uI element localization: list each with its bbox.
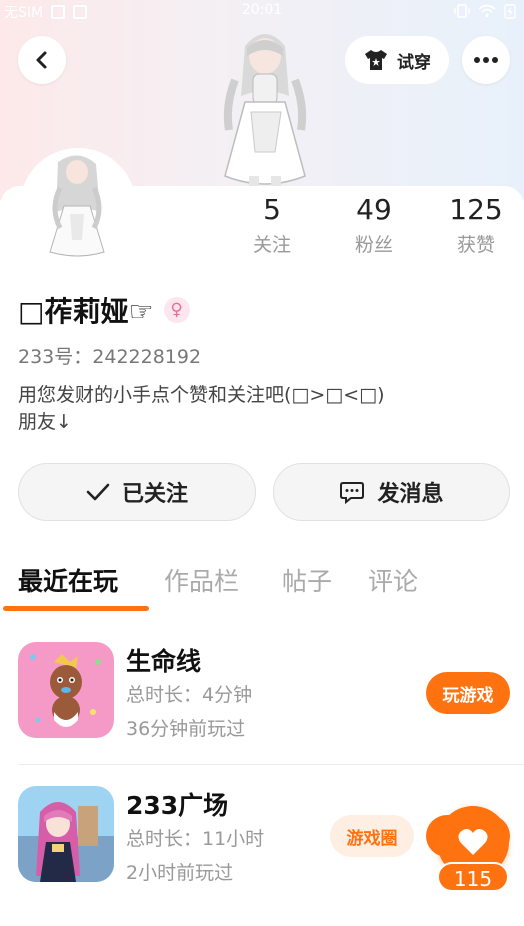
hero-avatar-figure bbox=[223, 34, 307, 196]
active-tab-indicator bbox=[3, 606, 149, 611]
user-name: □莋莉娅☞ bbox=[18, 295, 154, 328]
name-row: □莋莉娅☞ ♀ bbox=[18, 290, 190, 330]
avatar-figure bbox=[20, 148, 136, 264]
back-button[interactable] bbox=[18, 36, 66, 84]
stat-likes[interactable]: 125 获赞 bbox=[436, 192, 516, 257]
likes-count: 125 bbox=[449, 193, 503, 226]
game-name: 生命线 bbox=[126, 647, 202, 676]
gender-symbol: ♀ bbox=[170, 300, 183, 320]
following-count: 5 bbox=[263, 193, 281, 226]
likes-label: 获赞 bbox=[456, 234, 495, 256]
stat-followers[interactable]: 49 粉丝 bbox=[334, 192, 414, 257]
tab-posts[interactable]: 帖子 bbox=[282, 562, 332, 598]
status-time: 20:01 bbox=[241, 2, 283, 18]
vibrate-icon bbox=[454, 4, 470, 18]
followed-label: 已关注 bbox=[121, 482, 188, 507]
send-message-button[interactable]: 发消息 bbox=[273, 463, 510, 521]
game-duration: 总时长：11小时 bbox=[126, 828, 265, 850]
try-on-button[interactable]: 试穿 bbox=[345, 36, 449, 84]
list-divider bbox=[18, 764, 524, 765]
more-button[interactable] bbox=[462, 36, 510, 84]
followed-button[interactable]: 已关注 bbox=[18, 463, 256, 521]
anime-girl-character-icon bbox=[18, 786, 114, 882]
like-count: 115 bbox=[437, 862, 509, 892]
stat-following[interactable]: 5 关注 bbox=[232, 192, 312, 257]
try-on-label: 试穿 bbox=[397, 52, 431, 73]
followers-label: 粉丝 bbox=[354, 234, 393, 256]
avatar[interactable] bbox=[20, 148, 136, 264]
tab-works[interactable]: 作品栏 bbox=[164, 562, 239, 598]
tshirt-icon bbox=[365, 50, 387, 70]
game-last-played: 36分钟前玩过 bbox=[126, 718, 246, 740]
game-last-played: 2小时前玩过 bbox=[126, 862, 234, 884]
female-gender-icon: ♀ bbox=[163, 297, 190, 323]
game-name: 233广场 bbox=[126, 791, 229, 820]
checkmark-icon bbox=[86, 483, 110, 501]
send-message-label: 发消息 bbox=[377, 482, 444, 507]
status-bar: 无SIM 20:01 bbox=[0, 0, 524, 24]
chevron-left-icon bbox=[36, 51, 47, 69]
wifi-icon bbox=[478, 4, 496, 18]
play-game-button[interactable]: 玩游戏 bbox=[426, 672, 510, 714]
game-icon bbox=[18, 786, 114, 882]
followers-count: 49 bbox=[356, 193, 392, 226]
game-icon bbox=[18, 642, 114, 738]
user-id: 233号：242228192 bbox=[18, 346, 202, 368]
game-circle-button[interactable]: 游戏圈 bbox=[330, 815, 414, 857]
user-bio: 用您发财的小手点个赞和关注吧(□>□<□) 朋友↓ bbox=[18, 384, 385, 433]
tab-recent-played[interactable]: 最近在玩 bbox=[18, 562, 118, 598]
heart-icon bbox=[458, 829, 488, 855]
baby-character-icon bbox=[18, 642, 114, 738]
chat-bubble-icon bbox=[340, 482, 365, 505]
game-list-item[interactable]: 生命线 总时长：4分钟 36分钟前玩过 玩游戏 bbox=[0, 642, 524, 772]
status-right bbox=[454, 3, 516, 19]
more-dots-icon bbox=[474, 57, 498, 63]
following-label: 关注 bbox=[252, 234, 291, 256]
tab-comments[interactable]: 评论 bbox=[368, 562, 418, 598]
game-duration: 总时长：4分钟 bbox=[126, 684, 253, 706]
battery-charging-icon bbox=[504, 4, 516, 19]
